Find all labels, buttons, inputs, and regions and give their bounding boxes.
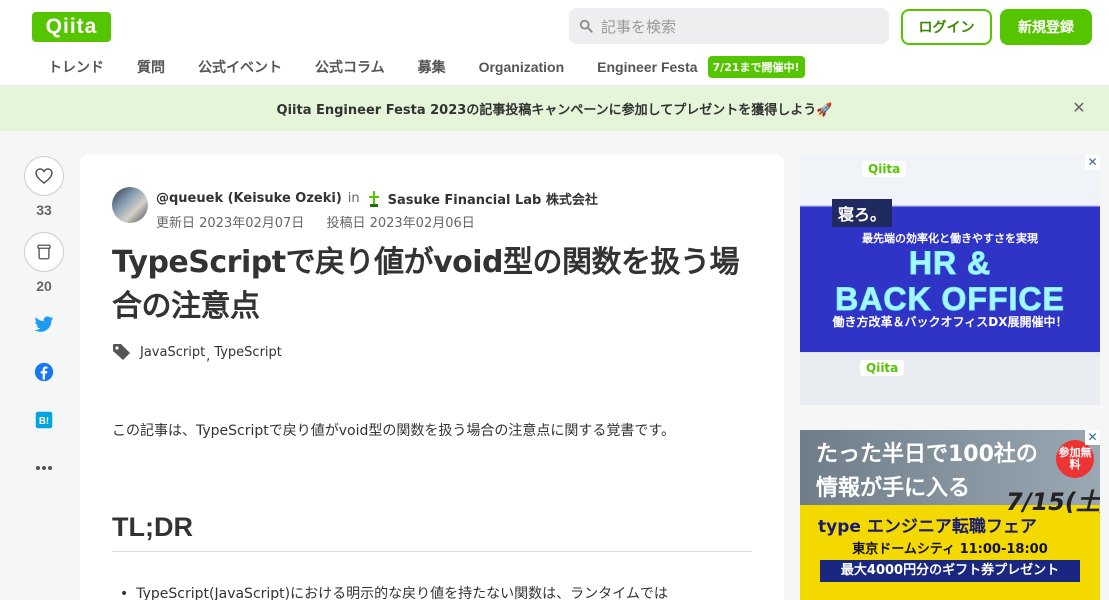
twitter-icon xyxy=(34,315,54,332)
nav-official-columns[interactable]: 公式コラム xyxy=(315,57,385,77)
in-label: in xyxy=(347,191,360,206)
ad-line2: 情報が手に入る xyxy=(816,476,971,501)
organization-name[interactable]: Sasuke Financial Lab 株式会社 xyxy=(388,189,598,208)
ad-title-line2: BACK OFFICE xyxy=(835,281,1065,318)
stock-count: 20 xyxy=(36,278,52,294)
article-action-rail: 33 20 B! xyxy=(24,156,64,480)
tag-typescript[interactable]: TypeScript xyxy=(214,345,282,360)
stock-icon xyxy=(37,244,51,260)
ad-qiita-label-bottom: Qiita xyxy=(860,360,905,376)
ad-footer: 働き方改革＆バックオフィスDX展開催中！ xyxy=(832,315,1068,329)
facebook-share[interactable] xyxy=(24,360,64,384)
section-heading: TL;DR xyxy=(112,512,752,552)
article-card: @queuek (Keisuke Ozeki) in Sasuke Financ… xyxy=(80,155,784,600)
search-icon xyxy=(579,19,593,33)
hatena-share[interactable]: B! xyxy=(24,408,64,432)
tag-icon xyxy=(113,344,130,360)
organization-icon xyxy=(368,190,379,207)
login-button[interactable]: ログイン xyxy=(901,9,992,45)
ad-qiita-label: Qiita xyxy=(862,161,907,177)
nav-engineer-festa[interactable]: Engineer Festa xyxy=(597,59,697,75)
banner-text: Qiita Engineer Festa 2023の記事投稿キャンペーンに参加し… xyxy=(276,103,833,118)
article-dates: 更新日 2023年02月07日 投稿日 2023年02月06日 xyxy=(156,212,475,231)
close-icon[interactable]: ✕ xyxy=(1085,430,1100,445)
ad-gift: 最大4000円分のギフト券プレゼント xyxy=(820,560,1080,582)
like-count: 33 xyxy=(36,202,52,218)
ad-title: HR & BACK OFFICE xyxy=(800,245,1100,318)
campaign-banner[interactable]: Qiita Engineer Festa 2023の記事投稿キャンペーンに参加し… xyxy=(0,86,1109,131)
nav-recruit[interactable]: 募集 xyxy=(418,57,446,77)
stock-button[interactable] xyxy=(24,232,64,272)
ad-small-headline: 寝ろ。 xyxy=(832,199,893,227)
posted-date: 投稿日 2023年02月06日 xyxy=(326,216,475,231)
festa-badge: 7/21まで開催中! xyxy=(707,56,805,78)
free-badge: 参加無料 xyxy=(1056,440,1094,478)
ad-fair-name: type エンジニア転職フェア xyxy=(818,517,1037,537)
twitter-share[interactable] xyxy=(24,312,64,336)
updated-date: 更新日 2023年02月07日 xyxy=(156,216,305,231)
author-avatar[interactable] xyxy=(112,187,148,223)
ad-engineer-job-fair[interactable]: たった半日で100社の 情報が手に入る 参加無料 7/15(土) type エン… xyxy=(800,430,1100,600)
intro-paragraph: この記事は、TypeScriptで戻り値がvoid型の関数を扱う場合の注意点に関… xyxy=(112,423,675,439)
site-header: Qiita 記事を検索 ログイン 新規登録 トレンド 質問 公式イベント 公式コ… xyxy=(0,0,1109,86)
more-button[interactable] xyxy=(24,456,64,480)
like-button[interactable] xyxy=(24,156,64,196)
close-icon[interactable]: ✕ xyxy=(1071,100,1087,116)
more-icon xyxy=(36,466,52,470)
author-line: @queuek (Keisuke Ozeki) in Sasuke Financ… xyxy=(156,189,598,208)
hatena-bookmark-icon: B! xyxy=(35,411,53,429)
close-icon[interactable]: ✕ xyxy=(1085,155,1100,170)
heart-icon xyxy=(35,168,53,185)
search-placeholder: 記事を検索 xyxy=(601,17,677,36)
nav-organization[interactable]: Organization xyxy=(479,59,565,75)
author-name[interactable]: @queuek (Keisuke Ozeki) xyxy=(156,191,342,206)
nav-official-events[interactable]: 公式イベント xyxy=(198,57,282,77)
svg-text:B!: B! xyxy=(39,416,49,427)
tag-javascript[interactable]: JavaScript xyxy=(140,345,205,360)
global-nav: トレンド 質問 公式イベント 公式コラム 募集 Organization Eng… xyxy=(48,56,805,78)
article-title: TypeScriptで戻り値がvoid型の関数を扱う場合の注意点 xyxy=(112,245,740,324)
list-item: TypeScript(JavaScript)における明示的な戻り値を持たない関数… xyxy=(120,583,668,600)
ad-title-line1: HR & xyxy=(908,245,992,282)
search-input[interactable]: 記事を検索 xyxy=(569,8,889,44)
qiita-logo[interactable]: Qiita xyxy=(32,12,111,42)
tag-separator: , xyxy=(206,348,211,364)
nav-questions[interactable]: 質問 xyxy=(137,57,165,77)
facebook-icon xyxy=(34,362,54,382)
ad-venue: 東京ドームシティ 11:00-18:00 xyxy=(852,542,1048,557)
nav-trend[interactable]: トレンド xyxy=(48,57,104,77)
ad-line1: たった半日で100社の xyxy=(816,442,1038,467)
signup-button[interactable]: 新規登録 xyxy=(1000,9,1092,45)
ad-subtitle: 最先端の効率化と働きやすさを実現 xyxy=(862,232,1038,245)
ad-hr-backoffice[interactable]: Qiita 寝ろ。 最先端の効率化と働きやすさを実現 HR & BACK OFF… xyxy=(800,155,1100,405)
tag-list: JavaScript , TypeScript xyxy=(112,343,282,364)
